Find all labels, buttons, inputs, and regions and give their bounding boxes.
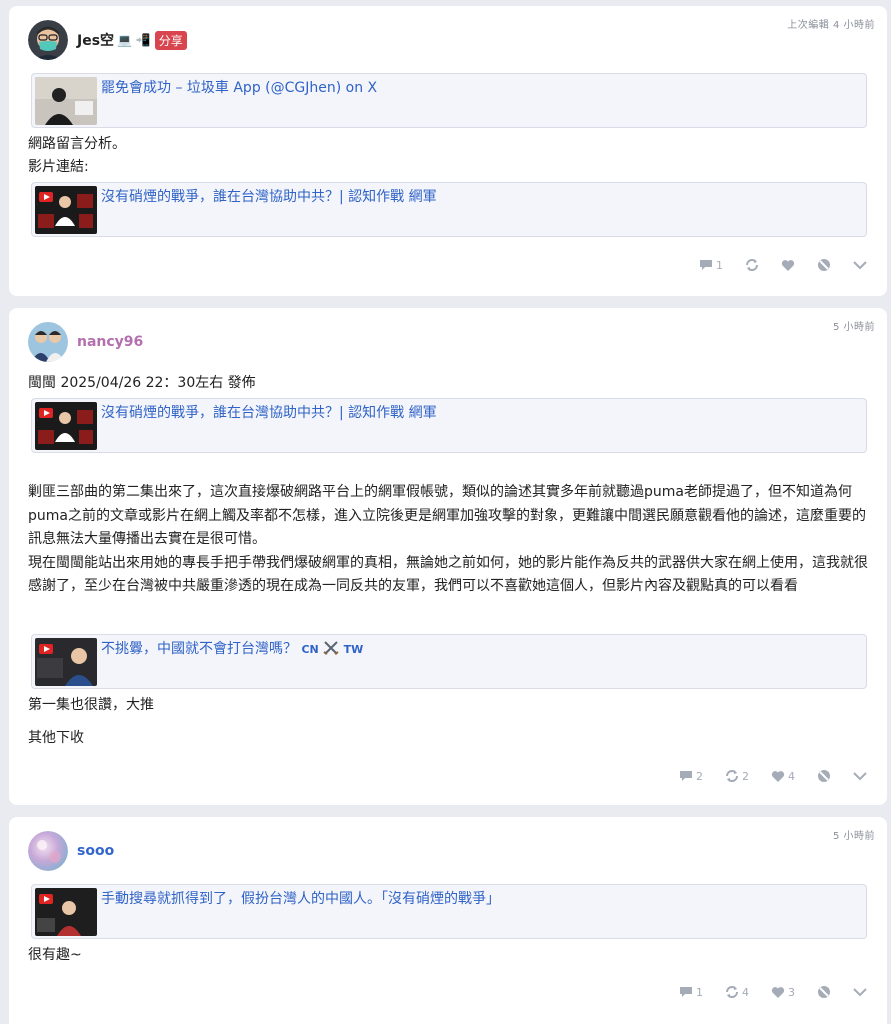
- reply-count: 2: [696, 769, 703, 783]
- author-name[interactable]: Jes空: [77, 30, 114, 50]
- post-actions: 1 4 3: [657, 985, 867, 999]
- crossed-swords-icon: [323, 641, 339, 655]
- expand-button[interactable]: [853, 987, 867, 997]
- video-embed[interactable]: 手動搜尋就抓得到了，假扮台灣人的中國人。「沒有硝煙的戰爭」: [31, 884, 867, 939]
- heart-icon: [771, 986, 785, 998]
- embed-thumbnail: [35, 77, 97, 125]
- post-feed: 上次編輯 4 小時前 Jes空 💻 📲 分享 罷免會成功 – 垃圾車 App (…: [0, 0, 891, 1024]
- link-embed[interactable]: 罷免會成功 – 垃圾車 App (@CGJhen) on X: [31, 73, 867, 128]
- post-text-line: 閩閩 2025/04/26 22：30左右 發佈: [28, 375, 256, 391]
- repost-icon: [726, 986, 738, 998]
- block-icon: [818, 770, 830, 782]
- flag-cn: CN: [301, 643, 319, 656]
- post-card: 5 小時前 nancy96 閩閩 2025/04/26 22：30左右 發佈 沒…: [9, 308, 887, 805]
- video-embed[interactable]: 沒有硝煙的戰爭，誰在台灣協助中共？| 認知作戰 網軍: [31, 182, 867, 237]
- repost-button[interactable]: 4: [725, 985, 749, 999]
- video-title[interactable]: 手動搜尋就抓得到了，假扮台灣人的中國人。「沒有硝煙的戰爭」: [101, 889, 500, 909]
- reply-icon: [680, 771, 692, 781]
- video-thumbnail: [35, 402, 97, 450]
- video-embed[interactable]: 不挑釁，中國就不會打台灣嗎？ CN TW: [31, 634, 867, 689]
- reply-count: 1: [716, 258, 723, 272]
- expand-button[interactable]: [853, 260, 867, 270]
- post-body-bottom: 第一集也很讚，大推 其他下收: [28, 694, 868, 750]
- reply-button[interactable]: 2: [679, 770, 703, 783]
- repost-count: 2: [742, 769, 749, 783]
- post-paragraph: 現在閩閩能站出來用她的專長手把手帶我們爆破網軍的真相，無論她之前如何，她的影片能…: [28, 554, 868, 595]
- post-text-line: 其他下收: [28, 730, 84, 746]
- post-author[interactable]: nancy96: [28, 322, 143, 362]
- video-thumbnail: [35, 186, 97, 234]
- repost-icon: [726, 770, 738, 782]
- repost-icon: [746, 259, 758, 271]
- embed-title[interactable]: 罷免會成功 – 垃圾車 App (@CGJhen) on X: [101, 78, 377, 98]
- block-button[interactable]: [817, 769, 831, 783]
- reply-icon: [680, 987, 692, 997]
- post-actions: 1: [677, 258, 867, 272]
- post-paragraph: 剿匪三部曲的第二集出來了，這次直接爆破網路平台上的網軍假帳號，類似的論述其實多年…: [28, 484, 866, 547]
- post-card: 上次編輯 4 小時前 Jes空 💻 📲 分享 罷免會成功 – 垃圾車 App (…: [9, 6, 887, 296]
- post-text-line: 影片連結:: [28, 159, 89, 175]
- post-actions: 2 2 4: [657, 769, 867, 783]
- repost-button[interactable]: [745, 258, 759, 272]
- repost-count: 4: [742, 985, 749, 999]
- video-embed[interactable]: 沒有硝煙的戰爭，誰在台灣協助中共？| 認知作戰 網軍: [31, 398, 867, 453]
- post-time: 上次編輯 4 小時前: [787, 20, 875, 31]
- reply-button[interactable]: 1: [679, 986, 703, 999]
- flag-tw: TW: [343, 643, 364, 656]
- like-count: 4: [788, 769, 795, 783]
- author-emoji-icons: 💻 📲: [117, 33, 151, 47]
- video-thumbnail: [35, 638, 97, 686]
- repost-button[interactable]: 2: [725, 769, 749, 783]
- video-title[interactable]: 沒有硝煙的戰爭，誰在台灣協助中共？| 認知作戰 網軍: [101, 187, 437, 207]
- post-time: 5 小時前: [832, 831, 875, 842]
- avatar[interactable]: [28, 322, 68, 362]
- share-badge[interactable]: 分享: [154, 30, 187, 50]
- block-button[interactable]: [817, 985, 831, 999]
- expand-button[interactable]: [853, 771, 867, 781]
- block-button[interactable]: [817, 258, 831, 272]
- post-author[interactable]: Jes空 💻 📲 分享: [28, 20, 187, 60]
- post-card: 5 小時前 sooo 手動搜尋就抓得到了，假扮台灣人的中國人。「沒有硝煙的戰爭」…: [9, 817, 887, 1024]
- author-name[interactable]: sooo: [77, 843, 114, 859]
- block-icon: [818, 986, 830, 998]
- author-name[interactable]: nancy96: [77, 334, 143, 350]
- avatar[interactable]: [28, 831, 68, 871]
- avatar[interactable]: [28, 20, 68, 60]
- video-thumbnail: [35, 888, 97, 936]
- video-title[interactable]: 不挑釁，中國就不會打台灣嗎？ CN TW: [101, 639, 363, 660]
- heart-icon: [781, 259, 795, 271]
- chevron-down-icon: [853, 771, 867, 780]
- like-button[interactable]: 3: [771, 986, 795, 999]
- post-author[interactable]: sooo: [28, 831, 114, 871]
- post-body: 網路留言分析。 影片連結:: [28, 133, 868, 179]
- like-button[interactable]: [781, 259, 795, 272]
- heart-icon: [771, 770, 785, 782]
- post-body-top: 閩閩 2025/04/26 22：30左右 發佈: [28, 372, 868, 395]
- post-text-line: 第一集也很讚，大推: [28, 697, 154, 713]
- reply-button[interactable]: 1: [699, 259, 723, 272]
- reply-count: 1: [696, 985, 703, 999]
- chevron-down-icon: [853, 260, 867, 269]
- post-body: 剿匪三部曲的第二集出來了，這次直接爆破網路平台上的網軍假帳號，類似的論述其實多年…: [28, 481, 868, 599]
- post-text-line: 很有趣~: [28, 947, 82, 963]
- like-button[interactable]: 4: [771, 770, 795, 783]
- post-body: 很有趣~: [28, 944, 868, 967]
- reply-icon: [700, 260, 712, 270]
- video-title-text: 不挑釁，中國就不會打台灣嗎？: [101, 641, 297, 657]
- post-text-line: 網路留言分析。: [28, 136, 126, 152]
- block-icon: [818, 259, 830, 271]
- video-title[interactable]: 沒有硝煙的戰爭，誰在台灣協助中共？| 認知作戰 網軍: [101, 403, 437, 423]
- chevron-down-icon: [853, 987, 867, 996]
- post-time: 5 小時前: [832, 322, 875, 333]
- like-count: 3: [788, 985, 795, 999]
